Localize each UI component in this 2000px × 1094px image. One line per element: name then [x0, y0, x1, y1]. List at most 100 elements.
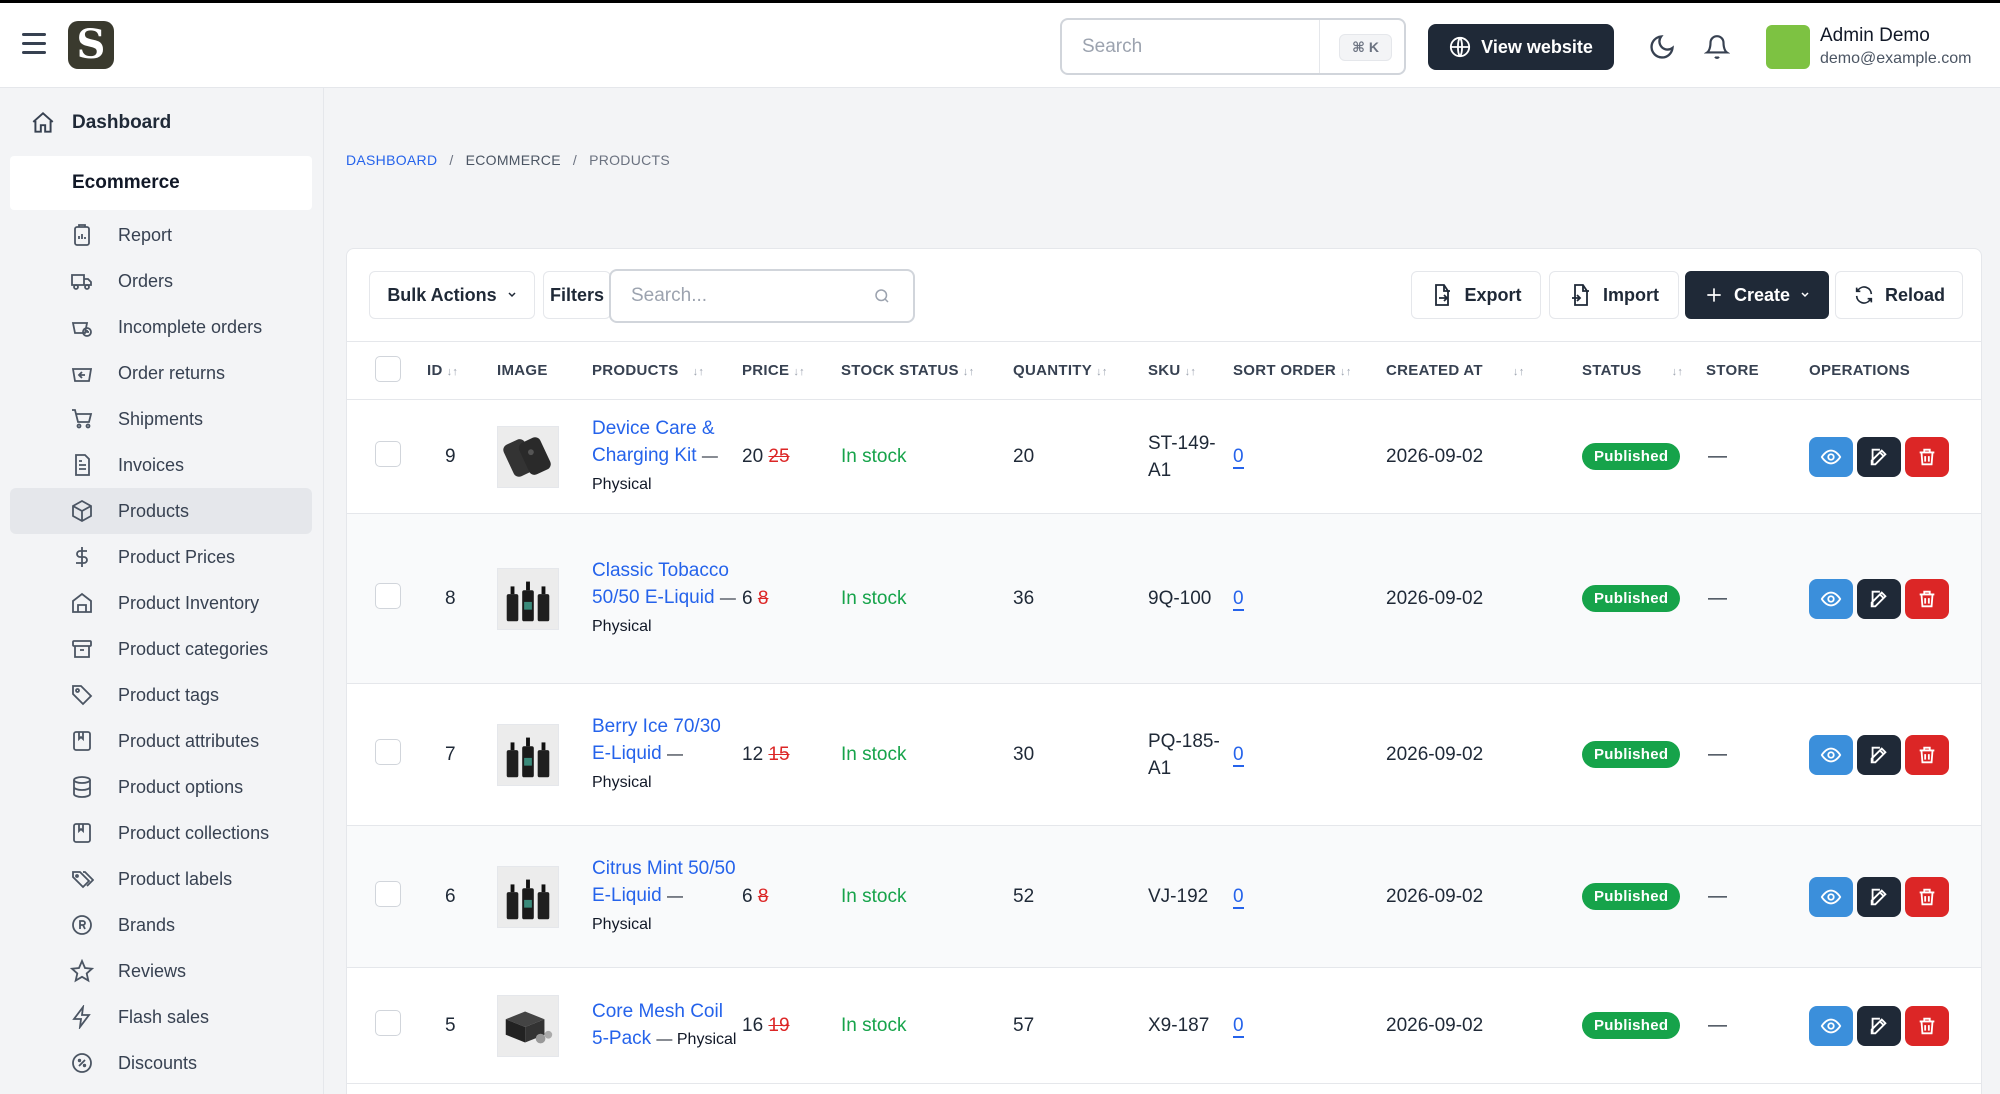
column-header-status[interactable]: STATUS ↓↑: [1570, 342, 1706, 400]
table-search[interactable]: [609, 269, 915, 323]
sidebar-item-invoices[interactable]: Invoices: [10, 442, 312, 488]
sidebar-item-orders[interactable]: Orders: [10, 258, 312, 304]
sidebar-item-product-options[interactable]: Product options: [10, 764, 312, 810]
edit-button[interactable]: [1857, 1005, 1901, 1046]
product-thumbnail[interactable]: [497, 567, 559, 630]
sidebar-item-label: Order returns: [118, 362, 226, 383]
sidebar-item-product-attributes[interactable]: Product attributes: [10, 718, 312, 764]
column-header-image: IMAGE: [497, 362, 548, 379]
product-name-link[interactable]: Device Care & Charging Kit: [592, 418, 715, 466]
create-button[interactable]: Create: [1685, 271, 1829, 319]
product-thumbnail[interactable]: [497, 994, 559, 1057]
row-checkbox[interactable]: [375, 738, 401, 765]
pencil-icon: [1870, 1017, 1887, 1034]
product-thumbnail[interactable]: [497, 865, 559, 928]
column-header-price[interactable]: PRICE ↓↑: [742, 342, 841, 400]
global-search-input[interactable]: [1062, 20, 1312, 73]
delete-button[interactable]: [1905, 876, 1949, 917]
select-all-checkbox[interactable]: [375, 355, 401, 382]
view-button[interactable]: [1809, 876, 1853, 917]
delete-button[interactable]: [1905, 578, 1949, 619]
column-header-id[interactable]: ID ↓↑: [427, 342, 497, 400]
row-checkbox[interactable]: [375, 440, 401, 467]
sidebar-item-brands[interactable]: Brands: [10, 902, 312, 948]
bulk-actions-label: Bulk Actions: [387, 284, 497, 305]
delete-button[interactable]: [1905, 734, 1949, 775]
sidebar-item-product-prices[interactable]: Product Prices: [10, 534, 312, 580]
sku-value: 9Q-100: [1148, 588, 1212, 609]
edit-button[interactable]: [1857, 734, 1901, 775]
sort-order-editable[interactable]: 0: [1233, 1014, 1244, 1038]
sidebar-item-label: Dashboard: [72, 112, 172, 133]
sidebar-item-product-labels[interactable]: Product labels: [10, 856, 312, 902]
product-thumbnail[interactable]: [497, 723, 559, 786]
stock-status: In stock: [841, 1014, 907, 1036]
column-header-created-at[interactable]: CREATED AT ↓↑: [1386, 342, 1570, 400]
breadcrumb-ecommerce[interactable]: ECOMMERCE: [466, 152, 561, 168]
edit-button[interactable]: [1857, 578, 1901, 619]
dark-mode-icon[interactable]: [1648, 33, 1676, 61]
user-avatar[interactable]: [1766, 25, 1810, 69]
column-header-sku[interactable]: SKU ↓↑: [1148, 342, 1233, 400]
row-checkbox[interactable]: [375, 880, 401, 907]
sidebar-item-reviews[interactable]: Reviews: [10, 948, 312, 994]
sidebar-section-ecommerce[interactable]: Ecommerce: [10, 156, 312, 210]
sidebar-item-product-categories[interactable]: Product categories: [10, 626, 312, 672]
trash-icon: [1919, 888, 1935, 905]
delete-button[interactable]: [1905, 1005, 1949, 1046]
edit-button[interactable]: [1857, 436, 1901, 477]
breadcrumb-dashboard[interactable]: DASHBOARD: [346, 152, 437, 168]
stock-status: In stock: [841, 445, 907, 467]
import-button[interactable]: Import: [1549, 271, 1679, 319]
select-all-cell: [347, 342, 427, 400]
reload-button[interactable]: Reload: [1835, 271, 1963, 319]
column-header-sort-order[interactable]: SORT ORDER ↓↑: [1233, 342, 1386, 400]
sidebar-item-report[interactable]: Report: [10, 212, 312, 258]
sort-order-editable[interactable]: 0: [1233, 743, 1244, 767]
view-button[interactable]: [1809, 1005, 1853, 1046]
table-search-input[interactable]: [611, 271, 851, 321]
sort-order-editable[interactable]: 0: [1233, 587, 1244, 611]
sort-order-editable[interactable]: 0: [1233, 885, 1244, 909]
sidebar-item-products[interactable]: Products: [10, 488, 312, 534]
product-thumbnail[interactable]: [497, 425, 559, 488]
menu-toggle-icon[interactable]: [22, 33, 50, 57]
edit-button[interactable]: [1857, 876, 1901, 917]
sidebar-item-product-collections[interactable]: Product collections: [10, 810, 312, 856]
sidebar-item-order-returns[interactable]: Order returns: [10, 350, 312, 396]
column-header-quantity[interactable]: QUANTITY ↓↑: [1013, 342, 1148, 400]
sort-order-editable[interactable]: 0: [1233, 445, 1244, 469]
sidebar-item-flash-sales[interactable]: Flash sales: [10, 994, 312, 1040]
delete-button[interactable]: [1905, 436, 1949, 477]
product-name-link[interactable]: Classic Tobacco 50/50 E-Liquid: [592, 560, 729, 608]
sidebar-item-discounts[interactable]: Discounts: [10, 1040, 312, 1086]
sidebar-item-label: Products: [118, 500, 190, 521]
sidebar-item-shipments[interactable]: Shipments: [10, 396, 312, 442]
notifications-icon[interactable]: [1704, 33, 1730, 61]
view-button[interactable]: [1809, 734, 1853, 775]
row-checkbox[interactable]: [375, 582, 401, 609]
sidebar-item-product-inventory[interactable]: Product Inventory: [10, 580, 312, 626]
row-checkbox[interactable]: [375, 1009, 401, 1036]
package-icon: [72, 499, 92, 523]
sidebar-item-dashboard[interactable]: Dashboard: [30, 110, 171, 136]
user-name[interactable]: Admin Demo: [1820, 25, 1930, 47]
column-header-products[interactable]: PRODUCTS ↓↑: [592, 342, 742, 400]
app-logo[interactable]: S: [68, 21, 114, 69]
bolt-icon: [72, 1005, 91, 1029]
view-website-button[interactable]: View website: [1428, 24, 1614, 70]
product-name-link[interactable]: Berry Ice 70/30 E-Liquid: [592, 716, 721, 764]
view-button[interactable]: [1809, 578, 1853, 619]
view-button[interactable]: [1809, 436, 1853, 477]
tag-icon: [72, 685, 93, 706]
chevron-down-icon: [1801, 292, 1809, 298]
sidebar-item-product-tags[interactable]: Product tags: [10, 672, 312, 718]
sidebar-item-incomplete-orders[interactable]: Incomplete orders: [10, 304, 312, 350]
reload-label: Reload: [1884, 284, 1945, 305]
column-header-stock-status[interactable]: STOCK STATUS ↓↑: [841, 342, 1013, 400]
global-search[interactable]: ⌘ K: [1060, 18, 1406, 75]
bulk-actions-button[interactable]: Bulk Actions: [369, 271, 535, 319]
filters-button[interactable]: Filters: [543, 271, 611, 319]
product-name-link[interactable]: Citrus Mint 50/50 E-Liquid: [592, 858, 736, 906]
export-button[interactable]: Export: [1411, 271, 1541, 319]
